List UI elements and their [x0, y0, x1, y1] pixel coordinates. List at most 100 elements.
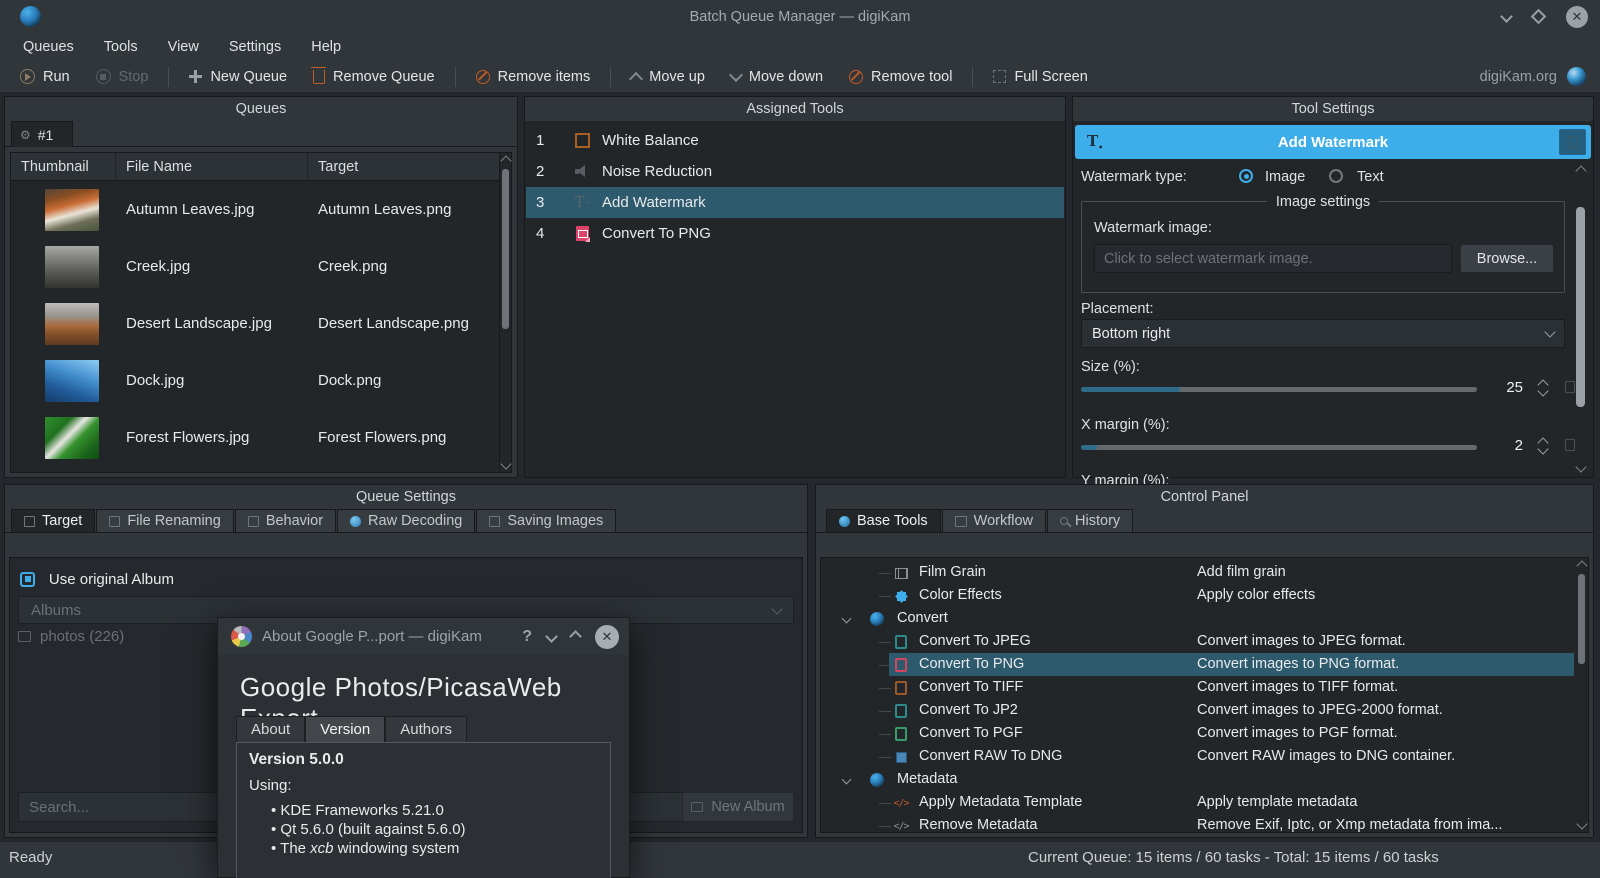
help-icon[interactable]: [522, 628, 532, 646]
chevron-up-icon[interactable]: [569, 630, 582, 643]
table-row[interactable]: Forest Flowers.jpg Forest Flowers.png: [11, 409, 499, 466]
stop-button[interactable]: Stop: [84, 65, 161, 89]
control-panel-scrollbar[interactable]: [1576, 558, 1588, 832]
tree-item-remove-metadata[interactable]: </> Remove Metadata Remove Exif, Iptc, o…: [821, 814, 1588, 832]
browse-button[interactable]: Browse...: [1460, 244, 1554, 273]
scroll-down-icon[interactable]: [500, 458, 512, 470]
table-row[interactable]: Autumn Leaves.jpg Autumn Leaves.png: [11, 181, 499, 238]
tab-saving-images[interactable]: Saving Images: [476, 509, 617, 532]
size-slider[interactable]: [1081, 387, 1477, 392]
tree-item-convert-to-png[interactable]: Convert To PNG Convert images to PNG for…: [821, 653, 1588, 676]
x-margin-value[interactable]: 2: [1487, 437, 1523, 454]
tree-desc: Convert RAW images to DNG container.: [1197, 748, 1456, 764]
digikam-app-icon: [20, 6, 41, 27]
x-margin-reset-icon[interactable]: [1565, 439, 1575, 451]
move-up-button[interactable]: Move up: [619, 65, 717, 89]
tree-item-color-effects[interactable]: Color Effects Apply color effects: [821, 584, 1588, 607]
queue-tab-1[interactable]: #1: [11, 121, 73, 147]
x-margin-spinner[interactable]: [1537, 437, 1549, 455]
minimize-icon[interactable]: [1500, 10, 1513, 23]
use-original-album-checkbox[interactable]: Use original Album: [20, 570, 174, 588]
list-item-white-balance[interactable]: 1 White Balance: [526, 125, 1064, 156]
scrollbar-thumb[interactable]: [502, 169, 509, 329]
scroll-up-icon[interactable]: [500, 155, 512, 167]
titlebar[interactable]: Batch Queue Manager — digiKam: [0, 0, 1600, 33]
menu-queues[interactable]: Queues: [10, 36, 87, 58]
scroll-down-icon[interactable]: [1576, 818, 1588, 830]
menu-settings[interactable]: Settings: [216, 36, 294, 58]
close-icon[interactable]: [1566, 5, 1588, 28]
maximize-icon[interactable]: [1530, 8, 1547, 25]
tree-group-convert[interactable]: Convert: [821, 607, 1588, 630]
menu-tools[interactable]: Tools: [91, 36, 151, 58]
tab-label: Behavior: [265, 513, 324, 529]
list-item-convert-to-png[interactable]: 4 Convert To PNG: [526, 218, 1064, 249]
scrollbar-thumb[interactable]: [1578, 574, 1585, 664]
toolbar-separator: [972, 66, 974, 87]
tool-header-page-button[interactable]: [1559, 129, 1586, 155]
radio-image[interactable]: [1239, 169, 1253, 183]
remove-tool-button[interactable]: Remove tool: [837, 65, 964, 89]
size-spinner[interactable]: [1537, 379, 1549, 397]
tab-version[interactable]: Version: [305, 716, 386, 742]
tool-settings-scrollbar[interactable]: [1575, 165, 1587, 473]
column-target[interactable]: Target: [308, 153, 499, 180]
tab-target[interactable]: Target: [11, 509, 96, 532]
placement-select[interactable]: Bottom right: [1081, 319, 1565, 348]
column-thumbnail[interactable]: Thumbnail: [11, 153, 116, 180]
scroll-up-icon[interactable]: [1576, 560, 1588, 572]
tree-group-metadata[interactable]: Metadata: [821, 768, 1588, 791]
expander-icon[interactable]: [841, 774, 852, 785]
scrollbar-thumb[interactable]: [1576, 207, 1585, 407]
tab-history[interactable]: History: [1047, 509, 1134, 532]
full-screen-button[interactable]: Full Screen: [981, 65, 1099, 89]
new-queue-button[interactable]: New Queue: [177, 65, 299, 89]
dialog-titlebar[interactable]: About Google P...port — digiKam: [218, 618, 629, 655]
size-reset-icon[interactable]: [1565, 381, 1575, 393]
tab-behavior[interactable]: Behavior: [234, 509, 337, 532]
x-margin-slider[interactable]: [1081, 445, 1477, 450]
tree-item-convert-to-tiff[interactable]: Convert To TIFF Convert images to TIFF f…: [821, 676, 1588, 699]
table-row[interactable]: Creek.jpg Creek.png: [11, 238, 499, 295]
tree-item-convert-to-jp2[interactable]: Convert To JP2 Convert images to JPEG-20…: [821, 699, 1588, 722]
chevron-down-icon[interactable]: [545, 630, 558, 643]
radio-text[interactable]: [1329, 169, 1343, 183]
queues-scrollbar[interactable]: [499, 153, 512, 472]
close-icon[interactable]: [595, 624, 619, 649]
tree-item-convert-raw-to-dng[interactable]: Convert RAW To DNG Convert RAW images to…: [821, 745, 1588, 768]
tab-authors[interactable]: Authors: [385, 716, 467, 742]
tree-item-convert-to-jpeg[interactable]: Convert To JPEG Convert images to JPEG f…: [821, 630, 1588, 653]
trash-icon: [311, 66, 327, 84]
remove-items-button[interactable]: Remove items: [464, 65, 603, 89]
scroll-up-icon[interactable]: [1575, 165, 1587, 177]
list-item-noise-reduction[interactable]: 2 Noise Reduction: [526, 156, 1064, 187]
tab-file-renaming[interactable]: File Renaming: [96, 509, 234, 532]
digikam-org-link[interactable]: digiKam.org: [1480, 69, 1557, 85]
table-row[interactable]: Desert Landscape.jpg Desert Landscape.pn…: [11, 295, 499, 352]
size-value[interactable]: 25: [1487, 379, 1523, 396]
tree-item-apply-metadata-template[interactable]: </> Apply Metadata Template Apply templa…: [821, 791, 1588, 814]
tree-item-film-grain[interactable]: Film Grain Add film grain: [821, 561, 1588, 584]
tool-index: 3: [536, 194, 545, 211]
radio-text-label[interactable]: Text: [1357, 169, 1384, 185]
digikam-globe-icon[interactable]: [1567, 67, 1586, 86]
list-item-add-watermark[interactable]: 3 T Add Watermark: [526, 187, 1064, 218]
tab-base-tools[interactable]: Base Tools: [826, 509, 941, 532]
move-down-button[interactable]: Move down: [719, 65, 835, 89]
album-item-photos[interactable]: photos (226): [18, 628, 124, 645]
tab-raw-decoding[interactable]: Raw Decoding: [337, 509, 476, 532]
column-file-name[interactable]: File Name: [116, 153, 308, 180]
tree-item-convert-to-pgf[interactable]: Convert To PGF Convert images to PGF for…: [821, 722, 1588, 745]
menu-view[interactable]: View: [155, 36, 212, 58]
table-row[interactable]: Dock.jpg Dock.png: [11, 352, 499, 409]
tab-workflow[interactable]: Workflow: [941, 509, 1047, 532]
scroll-down-icon[interactable]: [1575, 461, 1587, 473]
new-album-button[interactable]: New Album: [682, 792, 794, 822]
expander-icon[interactable]: [841, 613, 852, 624]
run-button[interactable]: Run: [8, 65, 82, 89]
tab-about[interactable]: About: [236, 716, 306, 742]
remove-queue-button[interactable]: Remove Queue: [301, 65, 447, 89]
watermark-image-input[interactable]: [1094, 244, 1452, 273]
menu-help[interactable]: Help: [298, 36, 354, 58]
radio-image-label[interactable]: Image: [1265, 169, 1305, 185]
